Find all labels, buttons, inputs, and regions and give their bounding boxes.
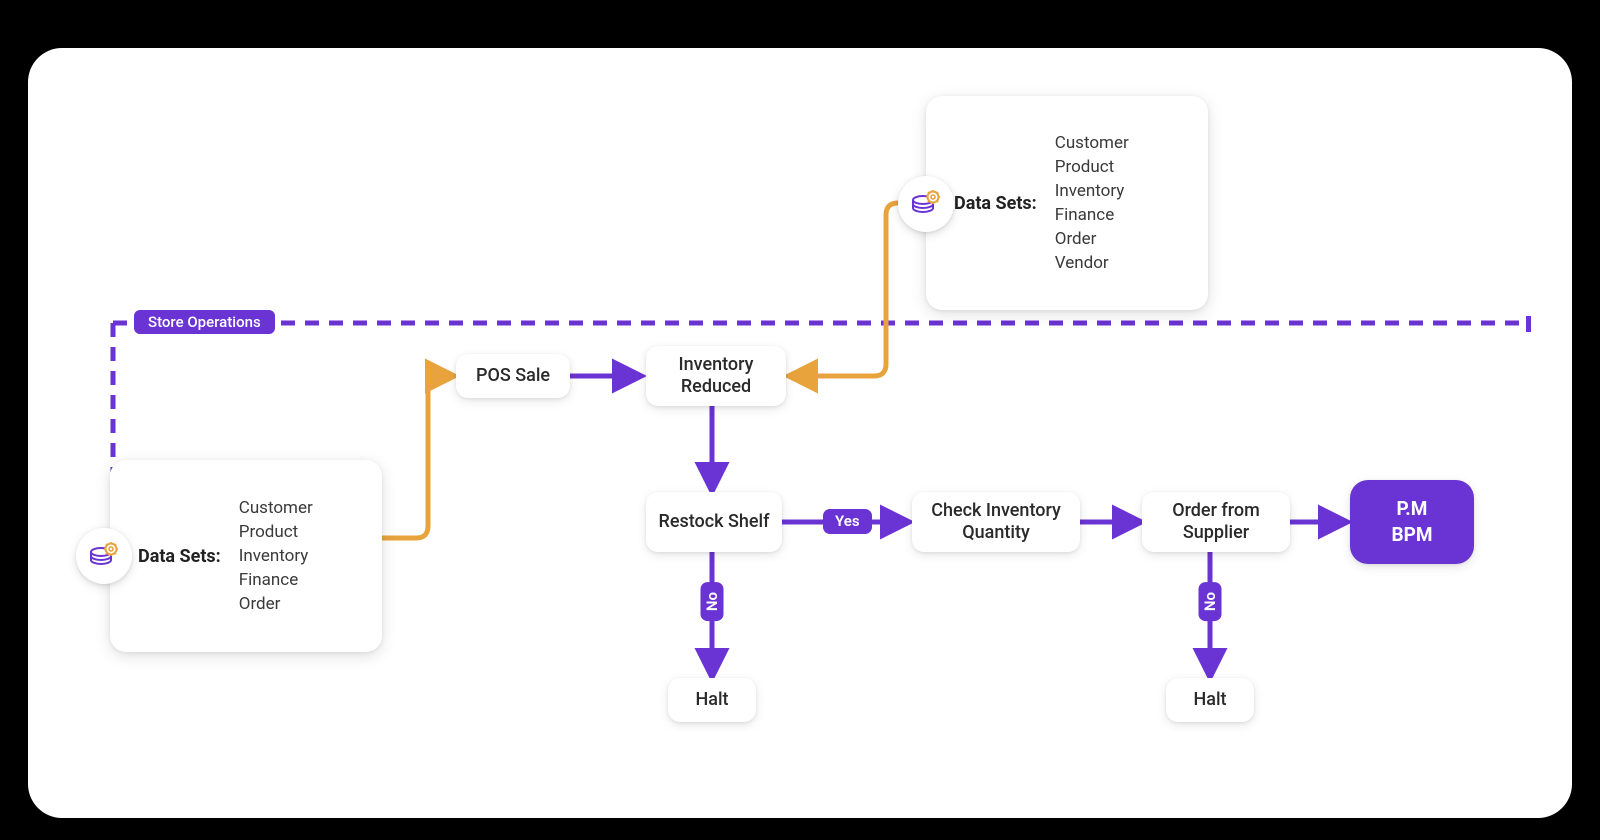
dataset-card-left: Data Sets: Customer Product Inventory Fi… [110, 460, 382, 652]
node-pos-sale: POS Sale [456, 354, 570, 398]
label-yes: Yes [823, 509, 872, 534]
database-gear-icon [898, 176, 954, 232]
swimlane-label: Store Operations [134, 310, 275, 334]
node-pm-bpm: P.M BPM [1350, 480, 1474, 564]
label-no-right: No [1199, 582, 1222, 621]
dataset-card-right: Data Sets: Customer Product Inventory Fi… [926, 96, 1208, 310]
node-halt-right: Halt [1166, 678, 1254, 722]
pm-bpm-line1: P.M [1397, 497, 1428, 521]
node-inventory-reduced: Inventory Reduced [646, 346, 786, 406]
dataset-item: Product [239, 522, 313, 542]
node-check-inventory: Check Inventory Quantity [912, 492, 1080, 552]
dataset-items: Customer Product Inventory Finance Order [239, 498, 313, 614]
label-no-left: No [701, 582, 724, 621]
node-restock-shelf: Restock Shelf [646, 492, 782, 552]
dataset-title: Data Sets: [138, 546, 221, 567]
dataset-item: Product [1055, 157, 1129, 177]
node-halt-left: Halt [668, 678, 756, 722]
dataset-item: Customer [1055, 133, 1129, 153]
pm-bpm-line2: BPM [1391, 523, 1432, 547]
dataset-item: Finance [1055, 205, 1129, 225]
dataset-title: Data Sets: [954, 193, 1037, 214]
dataset-item: Order [239, 594, 313, 614]
dataset-items: Customer Product Inventory Finance Order… [1055, 133, 1129, 273]
node-order-supplier: Order from Supplier [1142, 492, 1290, 552]
dataset-item: Inventory [1055, 181, 1129, 201]
dataset-item: Vendor [1055, 253, 1129, 273]
database-gear-icon [76, 528, 132, 584]
dataset-item: Finance [239, 570, 313, 590]
dataset-item: Order [1055, 229, 1129, 249]
connector-layer [28, 48, 1572, 818]
diagram-canvas: Store Operations Data Sets: Customer Pro… [28, 48, 1572, 818]
dataset-item: Customer [239, 498, 313, 518]
dataset-item: Inventory [239, 546, 313, 566]
